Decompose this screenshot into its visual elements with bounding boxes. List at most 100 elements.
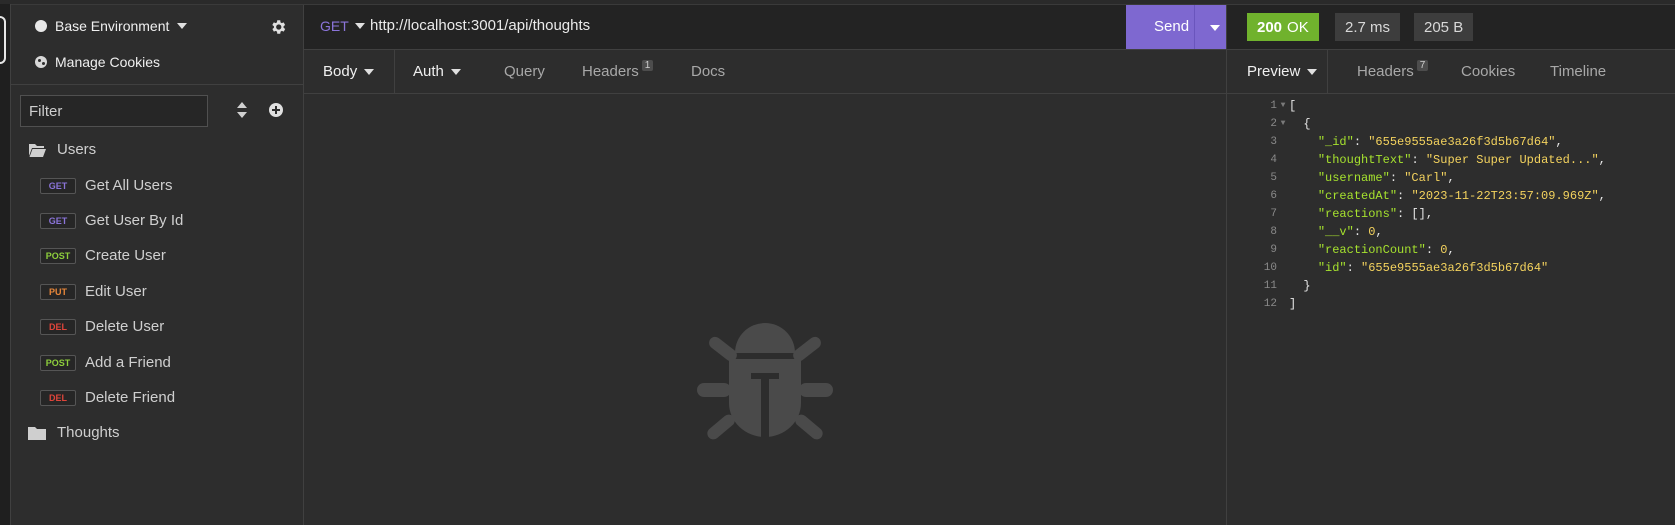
method-badge: GET bbox=[40, 177, 76, 194]
manage-cookies-button[interactable]: Manage Cookies bbox=[35, 54, 160, 70]
manage-cookies-label: Manage Cookies bbox=[55, 54, 161, 70]
tab-cookies[interactable]: Cookies bbox=[1461, 63, 1515, 80]
fold-gutter bbox=[1277, 187, 1289, 205]
request-label: Delete User bbox=[85, 318, 165, 335]
tab-docs[interactable]: Docs bbox=[691, 63, 725, 80]
code-text: "reactionCount": 0, bbox=[1317, 243, 1455, 257]
code-line: 2 ▼ { bbox=[1255, 115, 1606, 133]
request-item[interactable]: GET Get User By Id bbox=[40, 212, 183, 229]
count-badge: 7 bbox=[1416, 60, 1429, 71]
fold-gutter bbox=[1277, 151, 1289, 169]
environment-selector[interactable]: Base Environment bbox=[35, 18, 188, 34]
line-number: 8 bbox=[1270, 226, 1277, 238]
left-rail bbox=[0, 4, 11, 525]
line-number: 3 bbox=[1270, 136, 1277, 148]
method-label: GET bbox=[320, 18, 349, 34]
line-number: 10 bbox=[1263, 262, 1277, 274]
circle-icon bbox=[35, 20, 47, 32]
line-number: 1 bbox=[1270, 100, 1277, 112]
tab-response-headers[interactable]: Headers 7 bbox=[1357, 60, 1429, 80]
request-item[interactable]: POST Create User bbox=[40, 247, 166, 264]
request-label: Get All Users bbox=[85, 177, 173, 194]
folder-open-icon bbox=[29, 143, 46, 157]
tab-label: Query bbox=[504, 63, 545, 80]
line-number: 11 bbox=[1263, 280, 1277, 292]
request-item[interactable]: POST Add a Friend bbox=[40, 354, 171, 371]
request-item[interactable]: PUT Edit User bbox=[40, 283, 147, 300]
rail-handle[interactable] bbox=[0, 16, 6, 64]
fold-gutter bbox=[1277, 277, 1289, 295]
tab-auth[interactable]: Auth bbox=[413, 63, 461, 80]
fold-arrow-icon[interactable]: ▼ bbox=[1277, 97, 1289, 115]
plus-circle-icon[interactable] bbox=[269, 103, 283, 117]
code-line: 8 "__v": 0, bbox=[1255, 223, 1606, 241]
code-text: { bbox=[1289, 117, 1311, 131]
code-text: ] bbox=[1289, 297, 1297, 311]
url-bar: GET http://localhost:3001/api/thoughts S… bbox=[304, 5, 1226, 50]
url-input[interactable]: http://localhost:3001/api/thoughts bbox=[370, 17, 590, 34]
code-line: 6 "createdAt": "2023-11-22T23:57:09.969Z… bbox=[1255, 187, 1606, 205]
request-label: Get User By Id bbox=[85, 212, 184, 229]
code-text: "username": "Carl", bbox=[1317, 171, 1455, 185]
code-text: [ bbox=[1289, 99, 1297, 113]
request-item[interactable]: DEL Delete Friend bbox=[40, 389, 175, 406]
fold-gutter bbox=[1277, 223, 1289, 241]
code-line: 1 ▼[ bbox=[1255, 97, 1606, 115]
line-number: 7 bbox=[1270, 208, 1277, 220]
sort-icon[interactable] bbox=[236, 102, 248, 118]
folder-label: Thoughts bbox=[57, 424, 120, 441]
sidebar: Base Environment Manage Cookies Users GE… bbox=[11, 5, 304, 525]
folder-users[interactable]: Users bbox=[28, 141, 96, 158]
chevron-down-icon bbox=[177, 23, 188, 29]
response-tabs: Preview Headers 7 Cookies Timeline bbox=[1227, 50, 1675, 94]
chevron-down-icon bbox=[354, 23, 365, 29]
status-text: OK bbox=[1287, 18, 1309, 36]
code-line: 11 } bbox=[1255, 277, 1606, 295]
method-badge: GET bbox=[40, 212, 76, 229]
status-code: 200 bbox=[1257, 18, 1283, 36]
count-badge: 1 bbox=[641, 60, 654, 71]
fold-gutter bbox=[1277, 205, 1289, 223]
bug-icon bbox=[697, 323, 833, 440]
code-text: "id": "655e9555ae3a26f3d5b67d64" bbox=[1317, 261, 1549, 275]
method-selector[interactable]: GET bbox=[320, 18, 365, 34]
response-time: 2.7 ms bbox=[1335, 13, 1401, 41]
request-item[interactable]: GET Get All Users bbox=[40, 177, 173, 194]
send-button[interactable]: Send bbox=[1126, 5, 1226, 49]
chevron-down-icon bbox=[364, 68, 375, 75]
folder-label: Users bbox=[57, 141, 97, 158]
gear-icon[interactable] bbox=[269, 18, 287, 36]
tab-label: Headers bbox=[1357, 63, 1414, 80]
response-body-viewer[interactable]: 1 ▼[2 ▼ { 3 "_id": "655e9555ae3a26f3d5b67d6… bbox=[1255, 97, 1606, 313]
fold-gutter bbox=[1277, 133, 1289, 151]
request-item[interactable]: DEL Delete User bbox=[40, 318, 164, 335]
filter-input[interactable] bbox=[20, 95, 208, 127]
code-line: 12] bbox=[1255, 295, 1606, 313]
tab-timeline[interactable]: Timeline bbox=[1550, 63, 1606, 80]
tab-label: Timeline bbox=[1550, 63, 1607, 80]
fold-gutter bbox=[1277, 169, 1289, 187]
response-status-bar: 200 OK 2.7 ms 205 B bbox=[1227, 5, 1675, 50]
method-badge: POST bbox=[40, 354, 76, 371]
request-tabs: Body Auth Query Headers 1 Docs bbox=[304, 50, 1226, 94]
tab-headers[interactable]: Headers 1 bbox=[582, 60, 654, 80]
fold-arrow-icon[interactable]: ▼ bbox=[1277, 115, 1289, 133]
request-label: Add a Friend bbox=[85, 354, 171, 371]
folder-thoughts[interactable]: Thoughts bbox=[28, 424, 120, 441]
request-label: Delete Friend bbox=[85, 389, 176, 406]
send-label: Send bbox=[1154, 18, 1190, 35]
chevron-down-icon bbox=[450, 68, 461, 75]
fold-gutter bbox=[1277, 259, 1289, 277]
code-line: 9 "reactionCount": 0, bbox=[1255, 241, 1606, 259]
code-line: 5 "username": "Carl", bbox=[1255, 169, 1606, 187]
fold-gutter bbox=[1277, 295, 1289, 313]
environment-label: Base Environment bbox=[55, 18, 170, 34]
code-text: "createdAt": "2023-11-22T23:57:09.969Z", bbox=[1317, 189, 1606, 203]
tab-query[interactable]: Query bbox=[504, 63, 545, 80]
tab-preview[interactable]: Preview bbox=[1247, 63, 1318, 80]
tab-body[interactable]: Body bbox=[323, 63, 375, 80]
code-text: "_id": "655e9555ae3a26f3d5b67d64", bbox=[1317, 135, 1563, 149]
chevron-down-icon[interactable] bbox=[1210, 25, 1220, 31]
line-number: 9 bbox=[1270, 244, 1277, 256]
tab-label: Headers bbox=[582, 63, 639, 80]
